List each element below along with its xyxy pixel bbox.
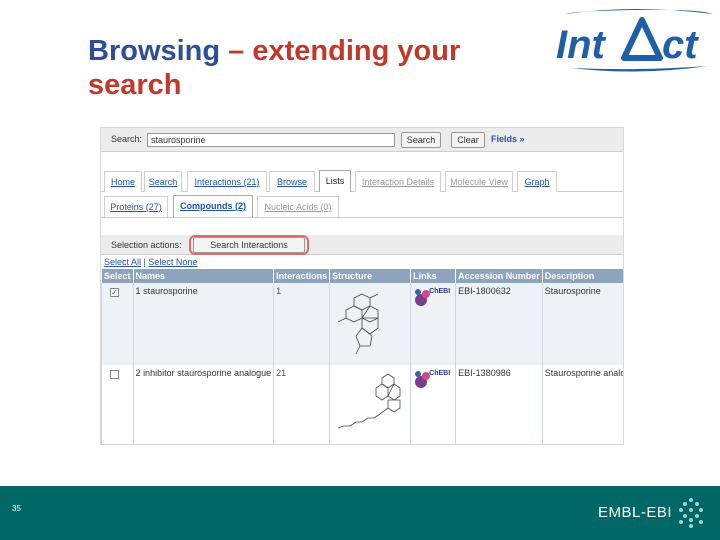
row-interactions-count[interactable]: 21 bbox=[276, 368, 286, 378]
tab-interaction-details: Interaction Details bbox=[355, 171, 441, 192]
selection-actions-bar: Selection actions: Search Interactions bbox=[101, 235, 623, 255]
select-none-link[interactable]: Select None bbox=[148, 257, 197, 267]
col-select: Select bbox=[101, 269, 134, 283]
chebi-label: ChEBI bbox=[429, 370, 451, 377]
select-all-link[interactable]: Select All bbox=[104, 257, 141, 267]
fields-link[interactable]: Fields » bbox=[491, 134, 525, 144]
search-button[interactable]: Search bbox=[401, 132, 441, 148]
row-accession: EBI-1380986 bbox=[458, 368, 511, 378]
row-name[interactable]: staurosporine bbox=[143, 286, 198, 296]
table-row: 2 inhibitor staurosporine analogue 21 Ch… bbox=[101, 365, 623, 444]
tab-search[interactable]: Search bbox=[144, 171, 182, 192]
col-links: Links bbox=[410, 269, 456, 283]
subtab-nucleic-acids: Nucleic Acids (0) bbox=[257, 196, 339, 217]
search-input[interactable]: staurosporine bbox=[147, 133, 395, 147]
subtab-compounds[interactable]: Compounds (2) bbox=[173, 195, 253, 217]
tab-lists[interactable]: Lists bbox=[319, 170, 351, 192]
tab-molecule-view: Molecule View bbox=[445, 171, 513, 192]
selection-links: Select All | Select None bbox=[104, 257, 197, 267]
search-interactions-button[interactable]: Search Interactions bbox=[193, 237, 305, 253]
chebi-label: ChEBI bbox=[429, 288, 451, 295]
molecule-structure-icon bbox=[338, 373, 401, 429]
slide-title-part1: Browsing bbox=[88, 35, 221, 67]
chebi-icon[interactable]: ChEBI bbox=[413, 368, 453, 390]
table-row: ✓ 1 staurosporine 1 ChEBI EBI-1800632 St… bbox=[101, 283, 623, 365]
footer-brand: EMBL-EBI bbox=[598, 504, 673, 521]
row-index: 2 bbox=[135, 368, 141, 378]
main-tabs: Home Search Interactions (21) Browse Lis… bbox=[101, 162, 623, 192]
embl-emblem-icon bbox=[679, 498, 703, 528]
page-number: 35 bbox=[12, 504, 21, 513]
row-index: 1 bbox=[135, 286, 141, 296]
selection-actions-label: Selection actions: bbox=[111, 240, 182, 250]
row-accession: EBI-1800632 bbox=[458, 286, 511, 296]
svg-text:Int: Int bbox=[556, 23, 607, 67]
clear-button[interactable]: Clear bbox=[451, 132, 485, 148]
col-interactions: Interactions bbox=[273, 269, 330, 283]
col-accession: Accession Number bbox=[455, 269, 543, 283]
row-description: Staurosporine bbox=[544, 286, 601, 296]
col-names: Names bbox=[132, 269, 274, 283]
svg-text:ct: ct bbox=[662, 23, 699, 67]
slide-title: Browsing – extending your search bbox=[88, 34, 528, 102]
results-table: Select Names Interactions Structure Link… bbox=[101, 269, 623, 444]
row-description: Staurosporine analogue bbox=[544, 368, 623, 378]
col-description: Description bbox=[541, 269, 623, 283]
tab-browse[interactable]: Browse bbox=[269, 171, 315, 192]
row-checkbox[interactable] bbox=[110, 370, 119, 379]
structure-cell bbox=[329, 365, 411, 444]
row-name[interactable]: inhibitor staurosporine analogue bbox=[143, 368, 271, 378]
intact-logo: Int ct bbox=[552, 8, 720, 74]
row-checkbox[interactable]: ✓ bbox=[110, 288, 119, 297]
search-bar: Search: staurosporine Search Clear Field… bbox=[101, 128, 623, 152]
molecule-structure-icon bbox=[337, 293, 379, 355]
structure-cell bbox=[329, 283, 411, 365]
chebi-icon[interactable]: ChEBI bbox=[413, 286, 453, 308]
sub-tabs: Proteins (27) Compounds (2) Nucleic Acid… bbox=[101, 194, 623, 218]
subtab-proteins[interactable]: Proteins (27) bbox=[104, 196, 168, 217]
tab-interactions[interactable]: Interactions (21) bbox=[187, 171, 267, 192]
col-structure: Structure bbox=[329, 269, 411, 283]
intact-screenshot: Search: staurosporine Search Clear Field… bbox=[100, 127, 624, 445]
tab-home[interactable]: Home bbox=[104, 171, 142, 192]
tab-graph[interactable]: Graph bbox=[517, 171, 557, 192]
search-label: Search: bbox=[111, 134, 143, 144]
table-header-row: Select Names Interactions Structure Link… bbox=[101, 269, 623, 283]
row-interactions-count[interactable]: 1 bbox=[276, 286, 281, 296]
slide-footer: 35 EMBL-EBI bbox=[0, 486, 720, 540]
